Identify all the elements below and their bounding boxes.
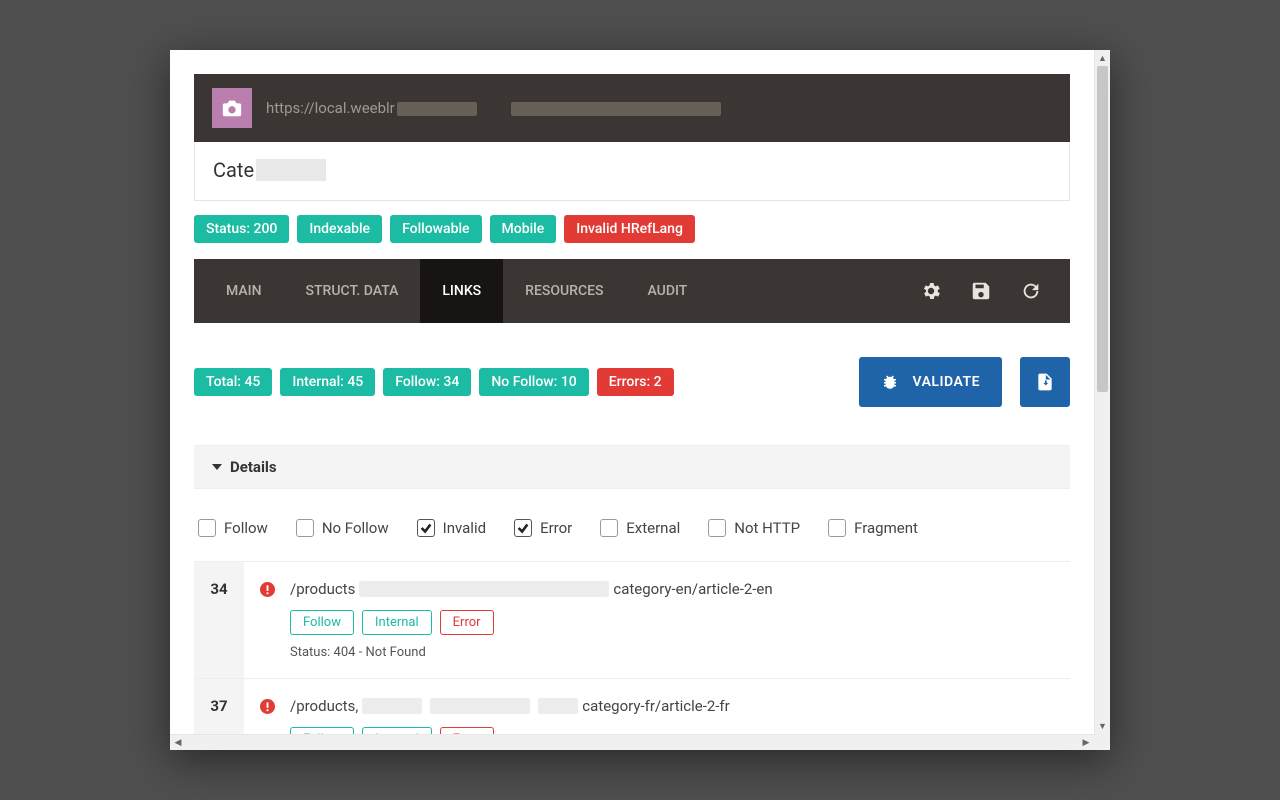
checkbox[interactable] bbox=[600, 519, 618, 537]
checkbox[interactable] bbox=[198, 519, 216, 537]
scroll-down-arrow[interactable]: ▼ bbox=[1095, 718, 1110, 734]
refresh-icon[interactable] bbox=[1020, 280, 1042, 302]
filter-label: No Follow bbox=[322, 519, 389, 537]
status-chip[interactable]: Followable bbox=[390, 215, 481, 243]
filter-label: Invalid bbox=[443, 519, 486, 537]
link-tag: Error bbox=[440, 727, 494, 734]
details-label: Details bbox=[230, 458, 277, 476]
url-bar: https://local.weeblr bbox=[194, 74, 1070, 142]
tab-links[interactable]: LINKS bbox=[420, 259, 503, 323]
save-icon[interactable] bbox=[970, 280, 992, 302]
row-content: /products,category-fr/article-2-fr Follow… bbox=[290, 697, 1070, 734]
scroll-viewport[interactable]: https://local.weeblr Cate Status: 200 Ind… bbox=[170, 50, 1094, 734]
link-tag: Follow bbox=[290, 727, 354, 734]
tab-audit[interactable]: AUDIT bbox=[626, 259, 710, 323]
filter-fragment[interactable]: Fragment bbox=[828, 519, 918, 537]
tab-main[interactable]: MAIN bbox=[204, 259, 284, 323]
filter-not-http[interactable]: Not HTTP bbox=[708, 519, 800, 537]
summary-chip[interactable]: Total: 45 bbox=[194, 368, 272, 396]
vertical-scrollbar[interactable]: ▲ ▼ bbox=[1094, 50, 1110, 734]
tab-nav-bar: MAINSTRUCT. DATALINKSRESOURCESAUDIT bbox=[194, 259, 1070, 323]
link-tag: Internal bbox=[362, 727, 432, 734]
summary-chip[interactable]: No Follow: 10 bbox=[479, 368, 588, 396]
filter-label: Error bbox=[540, 519, 572, 537]
app-window: https://local.weeblr Cate Status: 200 Ind… bbox=[170, 50, 1110, 750]
link-path[interactable]: /productscategory-en/article-2-en bbox=[290, 580, 1060, 598]
validate-button[interactable]: VALIDATE bbox=[859, 357, 1003, 407]
link-tag: Internal bbox=[362, 610, 432, 635]
gear-icon[interactable] bbox=[920, 280, 942, 302]
validate-label: VALIDATE bbox=[913, 374, 981, 390]
url-text: https://local.weeblr bbox=[266, 99, 721, 117]
scroll-up-arrow[interactable]: ▲ bbox=[1095, 50, 1110, 66]
export-button[interactable] bbox=[1020, 357, 1070, 407]
summary-chip[interactable]: Follow: 34 bbox=[383, 368, 471, 396]
links-table: 34/productscategory-en/article-2-en Follo… bbox=[194, 561, 1070, 734]
horizontal-scrollbar[interactable]: ◀ ▶ bbox=[170, 734, 1094, 750]
bug-icon bbox=[881, 373, 899, 391]
checkbox[interactable] bbox=[708, 519, 726, 537]
filter-invalid[interactable]: Invalid bbox=[417, 519, 486, 537]
filter-no-follow[interactable]: No Follow bbox=[296, 519, 389, 537]
scroll-right-arrow[interactable]: ▶ bbox=[1078, 735, 1094, 751]
checkbox[interactable] bbox=[828, 519, 846, 537]
filter-external[interactable]: External bbox=[600, 519, 680, 537]
table-row: 37/products,category-fr/article-2-fr Foll… bbox=[194, 679, 1070, 734]
scroll-left-arrow[interactable]: ◀ bbox=[170, 735, 186, 751]
row-index: 37 bbox=[194, 679, 244, 734]
summary-chip[interactable]: Internal: 45 bbox=[280, 368, 375, 396]
filter-label: Not HTTP bbox=[734, 519, 800, 537]
filter-label: Fragment bbox=[854, 519, 918, 537]
filter-row: Follow No Follow Invalid Error External Not H… bbox=[194, 489, 1070, 561]
checkbox[interactable] bbox=[296, 519, 314, 537]
page-title-card: Cate bbox=[194, 142, 1070, 201]
row-content: /productscategory-en/article-2-en Follow I… bbox=[290, 580, 1070, 660]
link-status: Status: 404 - Not Found bbox=[290, 645, 1060, 660]
camera-icon[interactable] bbox=[212, 88, 252, 128]
link-tag: Follow bbox=[290, 610, 354, 635]
status-chip[interactable]: Indexable bbox=[297, 215, 382, 243]
scroll-thumb[interactable] bbox=[1097, 66, 1108, 392]
status-chip[interactable]: Status: 200 bbox=[194, 215, 289, 243]
filter-follow[interactable]: Follow bbox=[198, 519, 268, 537]
status-chip[interactable]: Mobile bbox=[490, 215, 557, 243]
table-row: 34/productscategory-en/article-2-en Follo… bbox=[194, 562, 1070, 679]
error-dot-icon bbox=[244, 697, 290, 734]
file-export-icon bbox=[1035, 371, 1055, 393]
page-title: Cate bbox=[213, 158, 254, 182]
details-accordion-header[interactable]: Details bbox=[194, 445, 1070, 489]
status-chip[interactable]: Invalid HRefLang bbox=[564, 215, 695, 243]
filter-label: External bbox=[626, 519, 680, 537]
summary-chip[interactable]: Errors: 2 bbox=[597, 368, 674, 396]
row-index: 34 bbox=[194, 562, 244, 678]
link-path[interactable]: /products,category-fr/article-2-fr bbox=[290, 697, 1060, 715]
filter-label: Follow bbox=[224, 519, 268, 537]
checkbox[interactable] bbox=[514, 519, 532, 537]
filter-error[interactable]: Error bbox=[514, 519, 572, 537]
scrollbar-corner bbox=[1094, 734, 1110, 750]
redacted-text bbox=[256, 159, 326, 181]
link-tag: Error bbox=[440, 610, 494, 635]
checkbox[interactable] bbox=[417, 519, 435, 537]
tab-struct-data[interactable]: STRUCT. DATA bbox=[284, 259, 421, 323]
caret-down-icon bbox=[212, 464, 222, 470]
tab-resources[interactable]: RESOURCES bbox=[503, 259, 625, 323]
status-chips-row: Status: 200 Indexable Followable MobileInva… bbox=[194, 215, 1070, 243]
error-dot-icon bbox=[244, 580, 290, 660]
actions-row: Total: 45 Internal: 45 Follow: 34 No Follow… bbox=[194, 357, 1070, 407]
